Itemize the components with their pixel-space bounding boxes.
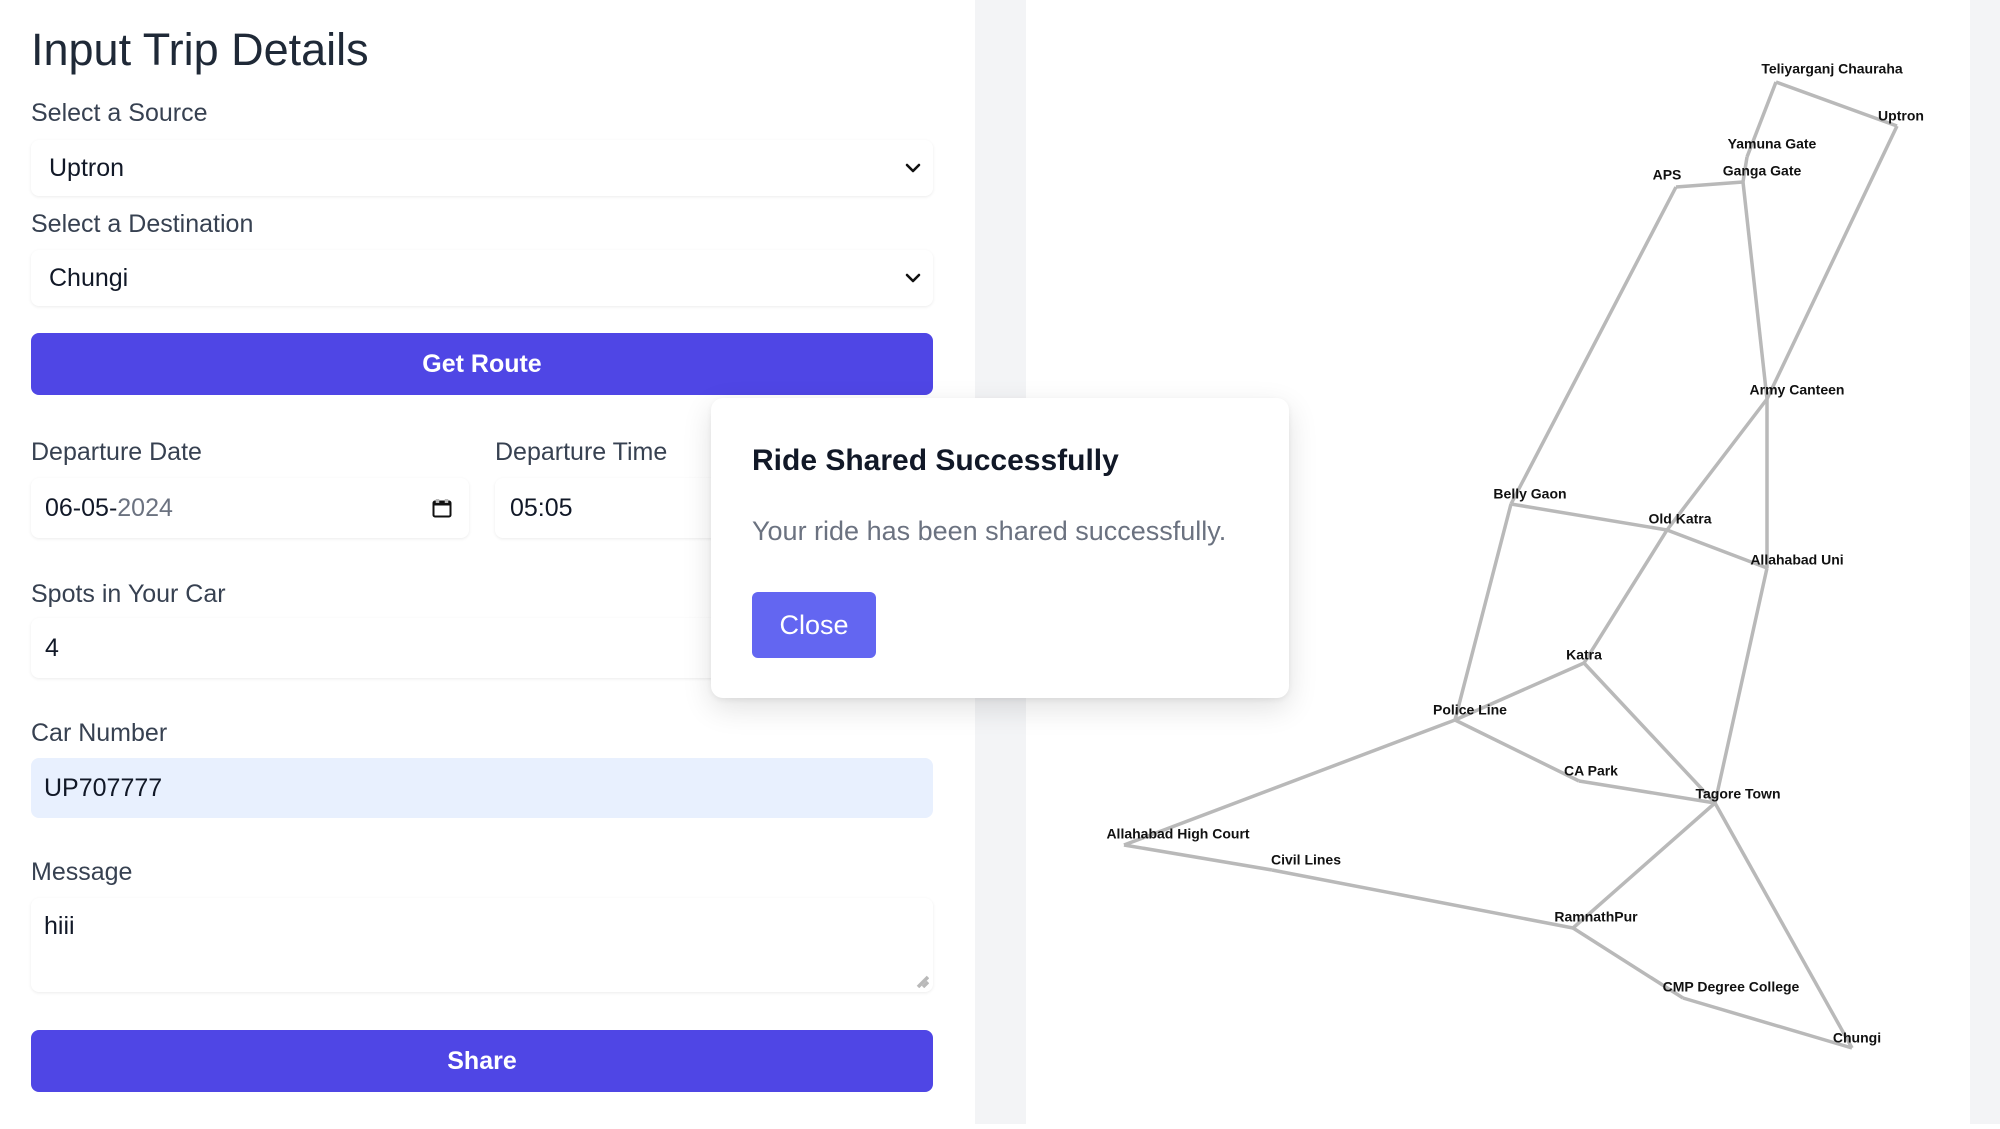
edge-belly-police	[1453, 503, 1513, 721]
chevron-down-icon	[905, 273, 921, 283]
spots-label: Spots in Your Car	[31, 580, 226, 608]
node-label-chungi: Chungi	[1833, 1030, 1881, 1046]
success-modal: Ride Shared Successfully Your ride has b…	[711, 398, 1289, 698]
message-textarea[interactable]: hiii	[31, 898, 933, 992]
node-label-civil: Civil Lines	[1271, 852, 1341, 868]
edge-aps-ganga	[1675, 180, 1744, 189]
node-label-teliyarganj: Teliyarganj Chauraha	[1761, 61, 1903, 77]
node-label-katra: Katra	[1566, 647, 1602, 663]
page-title: Input Trip Details	[31, 24, 369, 75]
share-button[interactable]: Share	[31, 1030, 933, 1092]
departure-date-day-month: 06-05-	[45, 493, 118, 522]
edge-tagore-chungi	[1713, 802, 1854, 1049]
edge-belly-oldkatra	[1510, 502, 1668, 532]
node-label-army: Army Canteen	[1750, 382, 1845, 398]
node-label-police: Police Line	[1433, 702, 1507, 718]
edge-ganga-army	[1741, 181, 1769, 400]
car-number-input[interactable]: UP707777	[31, 758, 933, 818]
edge-aps-belly	[1509, 186, 1678, 505]
modal-message: Your ride has been shared successfully.	[752, 516, 1227, 546]
message-value: hiii	[44, 912, 75, 940]
node-label-tagore: Tagore Town	[1695, 786, 1780, 802]
edge-civil-ramnath	[1271, 868, 1574, 930]
edge-police-capark	[1454, 718, 1580, 783]
edge-alluni-tagore	[1713, 567, 1769, 804]
node-label-capark: CA Park	[1564, 763, 1618, 779]
departure-time-value: 05:05	[510, 493, 573, 522]
source-select-value: Uptron	[49, 153, 125, 182]
resize-handle-icon[interactable]	[915, 974, 929, 988]
get-route-button[interactable]: Get Route	[31, 333, 933, 395]
calendar-icon[interactable]	[431, 497, 453, 519]
destination-select[interactable]: Chungi	[31, 250, 933, 306]
modal-close-button[interactable]: Close	[752, 592, 876, 658]
departure-date-year: 2024	[117, 493, 173, 522]
departure-date-input[interactable]: 06-05- 2024	[31, 478, 469, 538]
node-label-belly: Belly Gaon	[1493, 486, 1566, 502]
node-label-ramnath: RamnathPur	[1554, 909, 1638, 925]
scrollbar-track[interactable]	[1970, 0, 2000, 1124]
node-label-ganga: Ganga Gate	[1723, 163, 1802, 179]
destination-select-value: Chungi	[49, 263, 129, 292]
node-label-highcourt: Allahabad High Court	[1106, 826, 1249, 842]
edge-oldkatra-katra	[1582, 529, 1669, 664]
car-number-value: UP707777	[44, 773, 163, 802]
departure-time-label: Departure Time	[495, 438, 668, 466]
node-label-yamuna: Yamuna Gate	[1728, 136, 1817, 152]
edge-katra-tagore	[1582, 661, 1717, 805]
departure-date-label: Departure Date	[31, 438, 202, 466]
node-label-cmp: CMP Degree College	[1663, 979, 1800, 995]
car-number-label: Car Number	[31, 719, 168, 747]
edge-highcourt-civil	[1123, 843, 1273, 872]
source-select[interactable]: Uptron	[31, 140, 933, 196]
node-label-uptron: Uptron	[1878, 108, 1924, 124]
source-label: Select a Source	[31, 99, 208, 127]
spots-value: 4	[45, 633, 59, 662]
modal-title: Ride Shared Successfully	[752, 444, 1119, 477]
node-label-alluni: Allahabad Uni	[1750, 552, 1843, 568]
message-label: Message	[31, 858, 133, 886]
node-label-oldkatra: Old Katra	[1648, 511, 1711, 527]
destination-label: Select a Destination	[31, 210, 254, 238]
chevron-down-icon	[905, 163, 921, 173]
node-label-aps: APS	[1653, 167, 1682, 183]
